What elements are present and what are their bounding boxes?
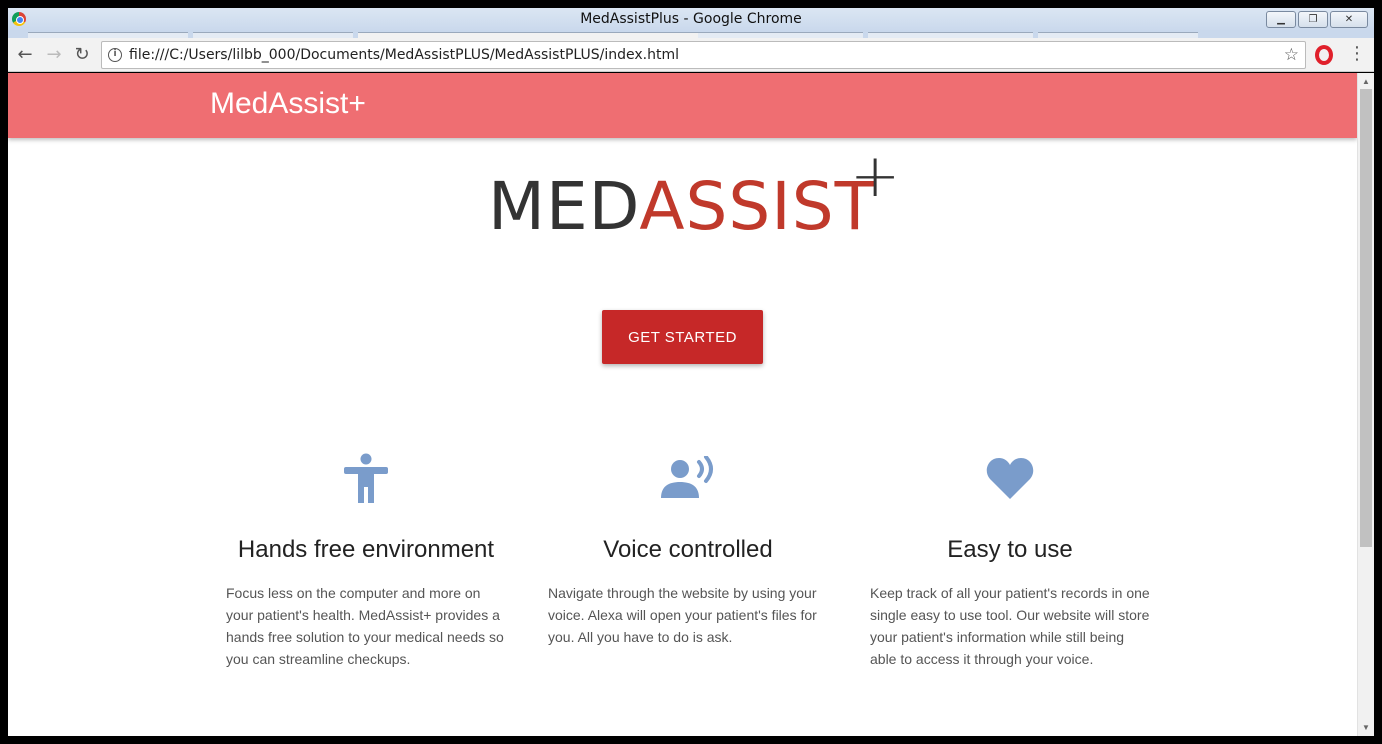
address-bar[interactable]: i file:///C:/Users/lilbb_000/Documents/M… <box>101 41 1306 69</box>
logo: MEDASSIST <box>488 168 876 245</box>
minimize-button[interactable]: ▁ <box>1266 11 1296 28</box>
logo-med: MED <box>488 168 640 245</box>
title-bar: MedAssistPlus - Google Chrome ▁ ❐ ✕ <box>8 8 1374 32</box>
accessibility-icon <box>226 448 506 508</box>
browser-toolbar: ← → ↻ i file:///C:/Users/lilbb_000/Docum… <box>8 38 1374 72</box>
scroll-thumb[interactable] <box>1360 89 1372 547</box>
get-started-button[interactable]: GET STARTED <box>602 310 763 364</box>
brand-link[interactable]: MedAssist+ <box>210 87 366 121</box>
browser-window: MedAssistPlus - Google Chrome ▁ ❐ ✕ ← → … <box>0 0 1382 744</box>
heart-icon <box>870 448 1150 508</box>
logo-assist: ASSIST <box>639 168 876 245</box>
feature-title: Voice controlled <box>603 536 773 563</box>
feature-easy: Easy to use Keep track of all your patie… <box>870 448 1150 670</box>
restore-button[interactable]: ❐ <box>1298 11 1328 28</box>
voice-icon <box>548 448 828 508</box>
reload-button[interactable]: ↻ <box>71 44 93 66</box>
bookmark-star-icon[interactable]: ☆ <box>1284 45 1299 65</box>
feature-text: Keep track of all your patient's records… <box>870 585 1150 667</box>
scroll-down-arrow-icon[interactable]: ▼ <box>1362 723 1370 732</box>
scroll-up-arrow-icon[interactable]: ▲ <box>1362 77 1370 86</box>
feature-text: Navigate through the website by using yo… <box>548 585 817 645</box>
tab-strip <box>8 30 1374 38</box>
back-button[interactable]: ← <box>14 44 36 66</box>
feature-voice: Voice controlled Navigate through the we… <box>548 448 828 648</box>
page-viewport: MedAssist+ MEDASSIST + GET STARTED Hands… <box>8 73 1374 736</box>
feature-title: Easy to use <box>947 536 1073 563</box>
info-icon[interactable]: i <box>108 48 122 62</box>
feature-title: Hands free environment <box>237 536 495 563</box>
menu-icon[interactable]: ⋮ <box>1348 44 1366 64</box>
close-button[interactable]: ✕ <box>1330 11 1368 28</box>
url-text[interactable]: file:///C:/Users/lilbb_000/Documents/Med… <box>129 47 679 63</box>
opera-extension-icon[interactable] <box>1315 45 1333 65</box>
feature-hands-free: Hands free environment Focus less on the… <box>226 448 506 670</box>
page-scrollbar[interactable]: ▲ ▼ <box>1357 73 1374 736</box>
logo-plus: + <box>850 141 901 211</box>
forward-button[interactable]: → <box>43 44 65 66</box>
feature-text: Focus less on the computer and more on y… <box>226 585 504 667</box>
site-navbar: MedAssist+ <box>8 73 1357 138</box>
window-title: MedAssistPlus - Google Chrome <box>580 11 802 27</box>
